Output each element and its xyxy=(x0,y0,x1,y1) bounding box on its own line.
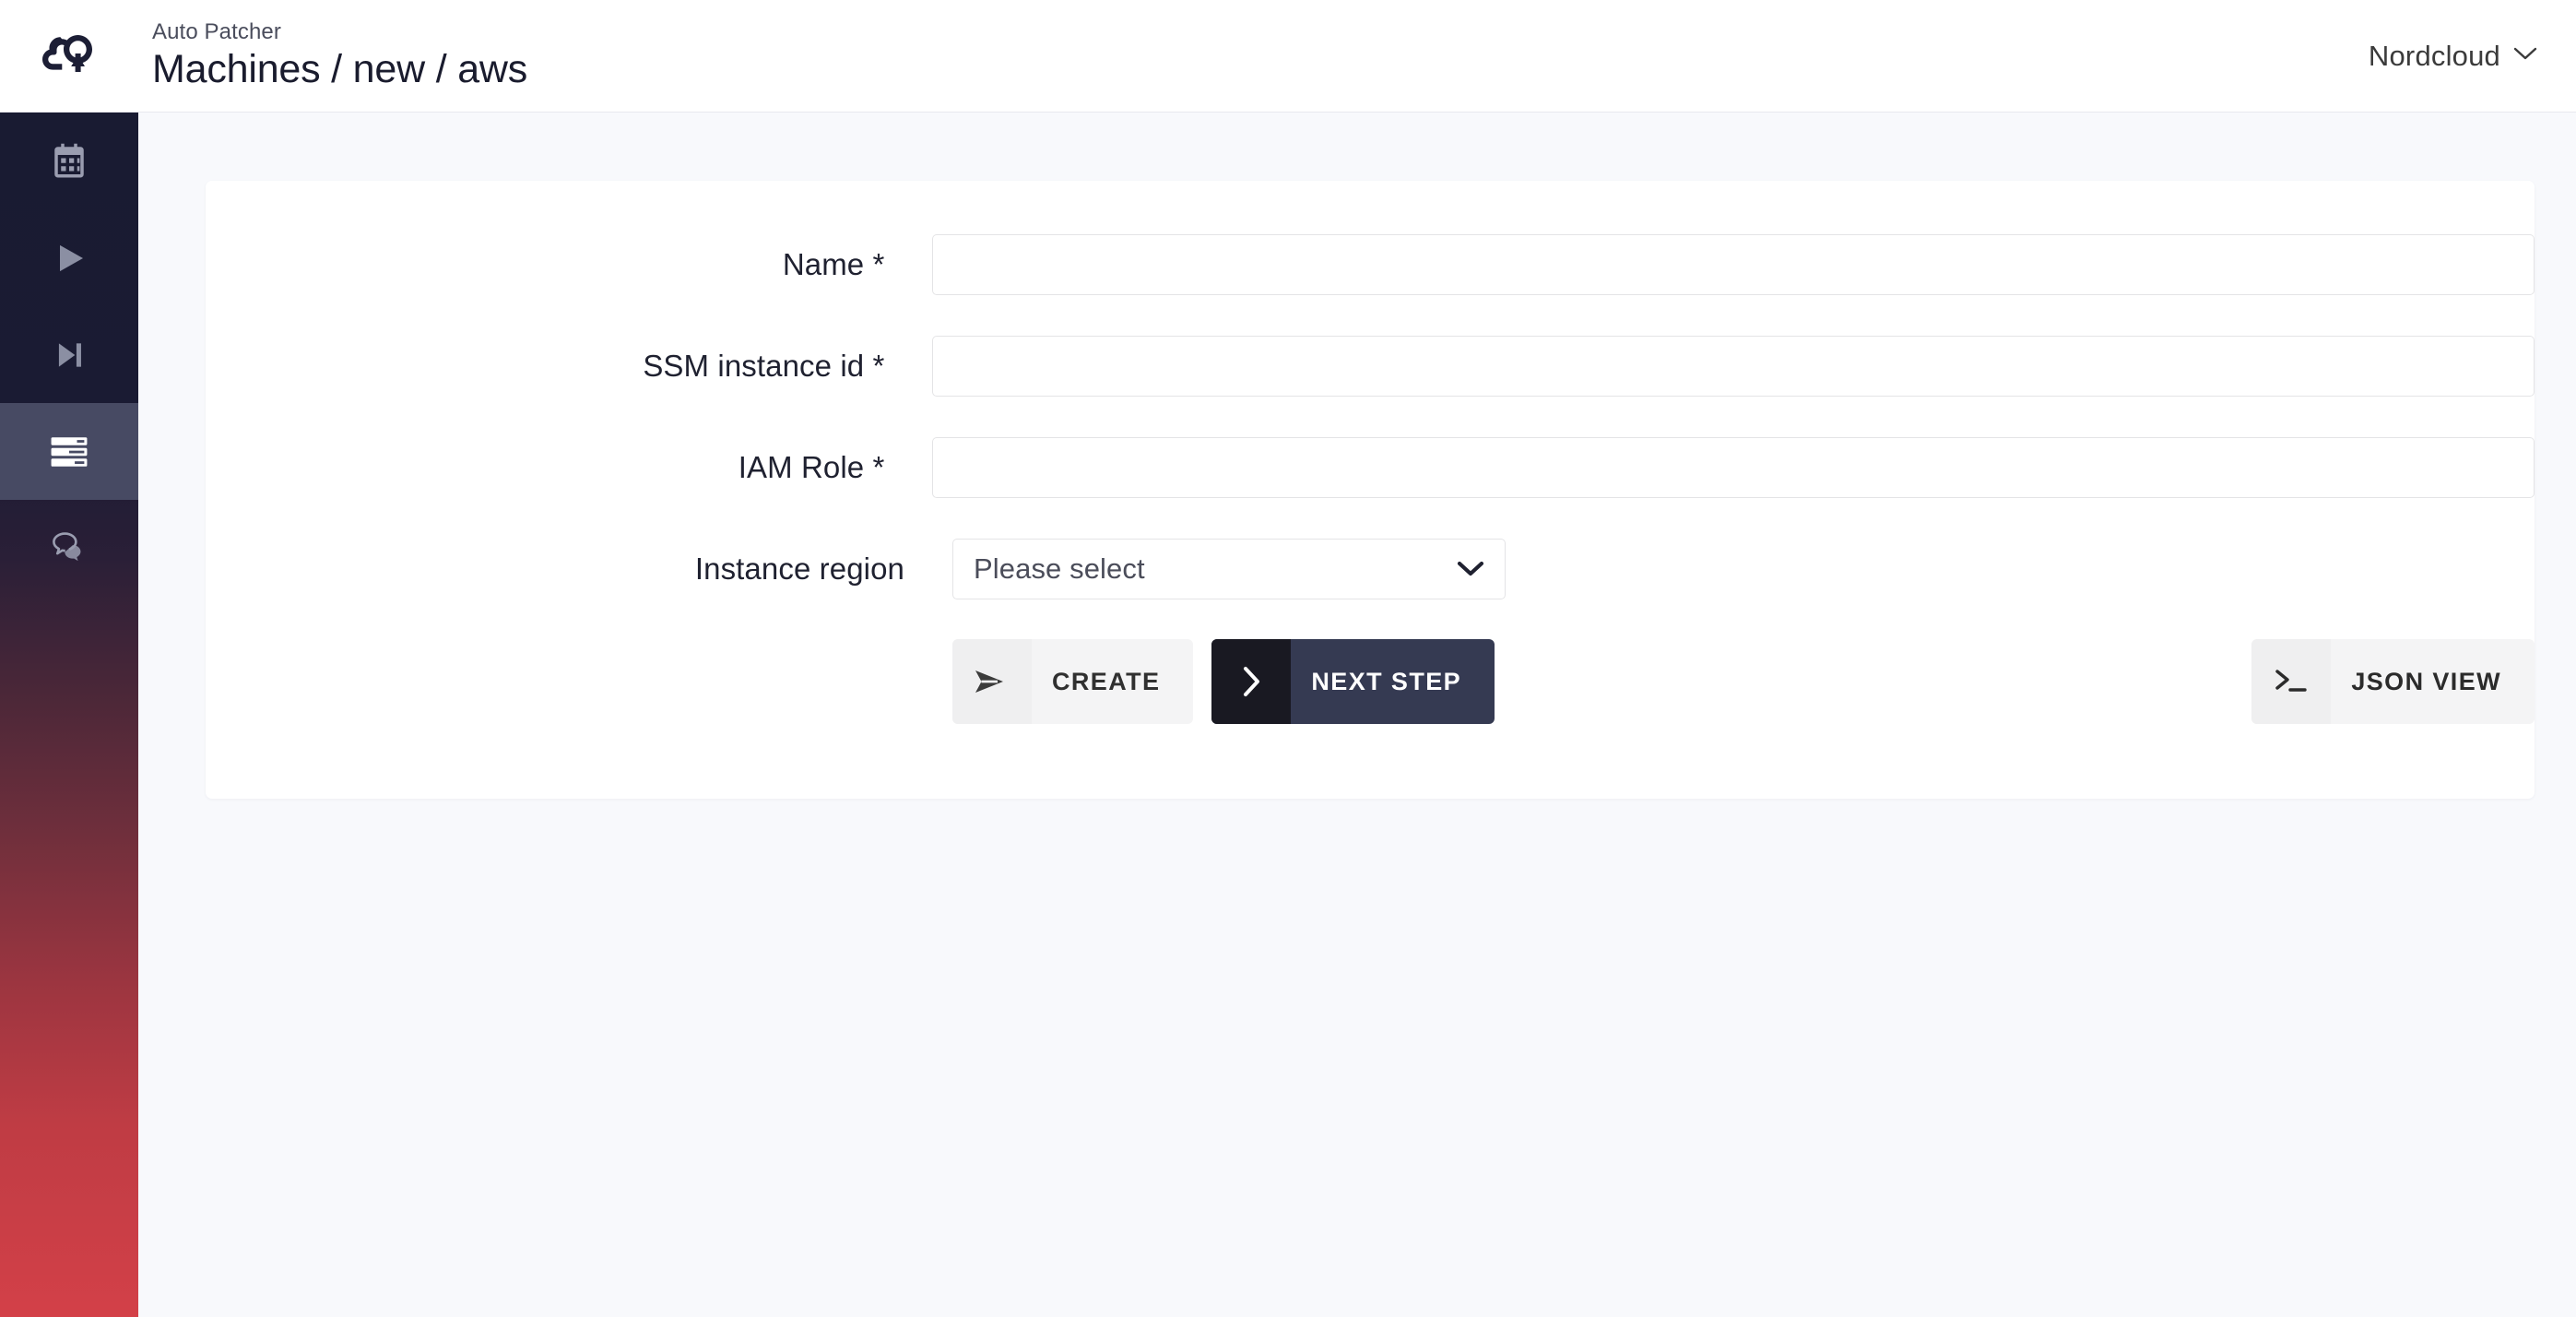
create-button-label: CREATE xyxy=(1052,667,1161,695)
sidebar-item-machines[interactable] xyxy=(0,403,138,500)
sidebar-item-calendar[interactable] xyxy=(0,113,138,209)
create-button[interactable]: CREATE xyxy=(952,639,1194,724)
next-step-button[interactable]: NEXT STEP xyxy=(1211,639,1495,724)
terminal-icon xyxy=(2251,639,2332,724)
chevron-down-icon xyxy=(1457,561,1484,578)
user-menu-label: Nordcloud xyxy=(2368,39,2500,72)
chat-bubbles-icon xyxy=(50,531,89,565)
app-logo[interactable] xyxy=(0,0,138,113)
form-row-iam-role: IAM Role * xyxy=(206,417,2535,518)
form-actions: CREATE NEXT STEP JSON VIEW xyxy=(952,639,2535,724)
sidebar-item-skip-next[interactable] xyxy=(0,306,138,403)
chevron-right-icon xyxy=(1211,639,1292,724)
page-title: Machines / new / aws xyxy=(152,47,528,92)
ssm-instance-id-input[interactable] xyxy=(932,336,2535,397)
calendar-icon xyxy=(50,142,89,181)
chevron-down-icon xyxy=(2513,46,2537,65)
instance-region-label: Instance region xyxy=(694,552,904,586)
main-content: Name * SSM instance id * IAM Role * Inst… xyxy=(138,113,2576,1317)
machine-form-card: Name * SSM instance id * IAM Role * Inst… xyxy=(206,181,2535,799)
user-menu[interactable]: Nordcloud xyxy=(2369,40,2537,73)
instance-region-select[interactable]: Please select xyxy=(952,539,1506,599)
name-label: Name * xyxy=(782,247,885,281)
sidebar-item-chat[interactable] xyxy=(0,500,138,597)
name-input[interactable] xyxy=(932,234,2535,295)
cloud-upload-logo-icon xyxy=(41,31,98,81)
json-view-button[interactable]: JSON VIEW xyxy=(2251,639,2535,724)
form-row-name: Name * xyxy=(206,214,2535,315)
machine-form: Name * SSM instance id * IAM Role * Inst… xyxy=(206,181,2535,620)
iam-role-input[interactable] xyxy=(932,437,2535,498)
servers-icon xyxy=(50,436,89,468)
next-step-button-label: NEXT STEP xyxy=(1311,667,1462,695)
sidebar xyxy=(0,113,138,1317)
form-row-ssm-instance-id: SSM instance id * xyxy=(206,315,2535,417)
breadcrumb: Auto Patcher Machines / new / aws xyxy=(152,18,527,93)
json-view-button-label: JSON VIEW xyxy=(2351,667,2501,695)
ssm-instance-id-label: SSM instance id * xyxy=(643,349,885,383)
sidebar-item-play[interactable] xyxy=(0,209,138,306)
form-row-instance-region: Instance region Please select xyxy=(206,518,2535,620)
iam-role-label: IAM Role * xyxy=(738,450,885,484)
instance-region-selected-value: Please select xyxy=(974,552,1145,585)
skip-next-icon xyxy=(52,338,87,373)
app-header: Auto Patcher Machines / new / aws Nordcl… xyxy=(0,0,2576,113)
app-label: Auto Patcher xyxy=(152,18,281,44)
play-icon xyxy=(51,240,88,277)
send-icon xyxy=(952,639,1032,724)
